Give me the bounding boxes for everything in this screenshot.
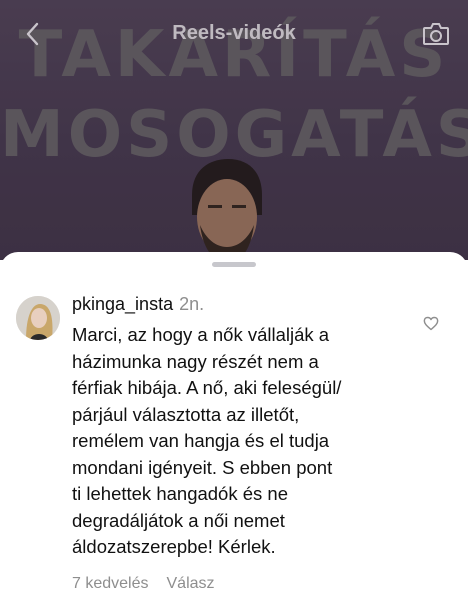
comment-text-line: mondani igényeit. S ebben pont — [72, 456, 333, 478]
comment-text: Marci, az hogy a nők vállalják a házimun… — [72, 322, 412, 561]
page-title: Reels-videók — [172, 22, 296, 44]
comment-actions: 7 kedvelés Válasz — [72, 575, 215, 593]
comment-text-line: férfiak hibája. A nő, aki feleségül/ — [72, 377, 342, 398]
comment-username[interactable]: pkinga_insta — [72, 294, 173, 314]
heart-outline-icon — [423, 316, 439, 330]
comment-text-line: Marci, az hogy a nők vállalják a — [72, 324, 330, 345]
camera-icon — [423, 23, 449, 45]
comment-text-line: áldozatszerepbe! Kérlek. — [72, 536, 276, 557]
reel-video-background: TAKARÍTÁS MOSOGATÁS Reels-videók — [0, 0, 468, 260]
sheet-drag-handle[interactable] — [212, 262, 256, 267]
comment-text-line: párjául választotta az illetőt, — [72, 403, 300, 425]
likes-count[interactable]: 7 kedvelés — [72, 575, 149, 593]
comment-text-line: remélem van hangja és el tudja — [72, 430, 330, 451]
reel-header: Reels-videók — [0, 0, 468, 68]
comment-text-line: degradáljátok a női nemet — [72, 509, 285, 531]
comment-text-line: házimunka nagy részét nem a — [72, 350, 319, 372]
comment-time: 2n. — [179, 294, 205, 314]
comment-text-line: ti lehettek hangadók és ne — [72, 483, 288, 504]
avatar-image — [16, 296, 60, 340]
camera-button[interactable] — [418, 16, 454, 52]
reply-button[interactable]: Válasz — [167, 575, 215, 593]
comments-sheet: pkinga_insta 2n. Marci, az hogy a nők vál… — [0, 252, 468, 600]
comment-header: pkinga_insta 2n. — [72, 294, 204, 315]
avatar[interactable] — [16, 296, 60, 340]
comment-like-button[interactable] — [420, 312, 442, 334]
